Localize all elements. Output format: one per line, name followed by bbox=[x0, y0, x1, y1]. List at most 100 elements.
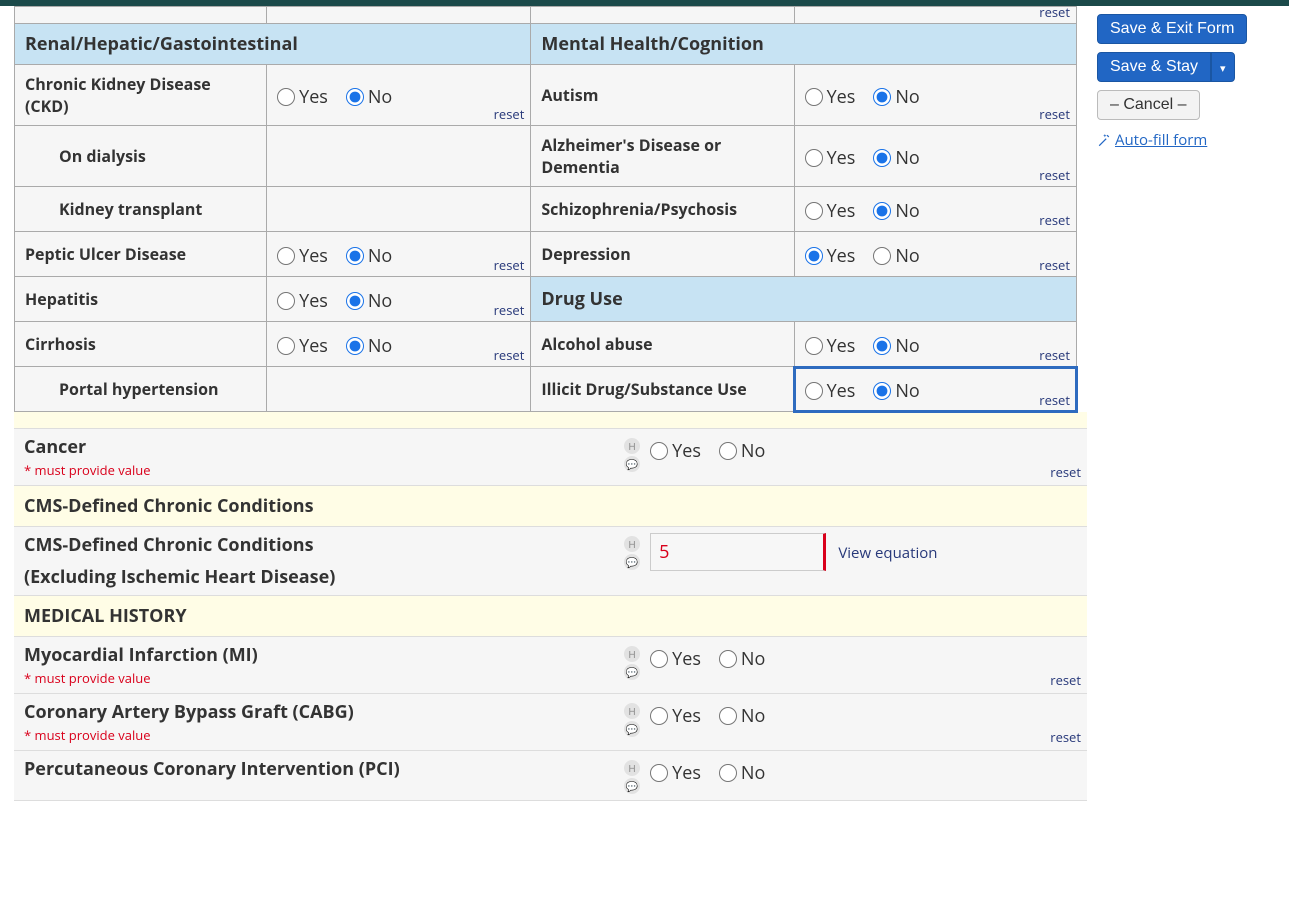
reset-link[interactable]: reset bbox=[1039, 256, 1070, 274]
pci-no[interactable]: No bbox=[719, 761, 765, 785]
autism-no[interactable]: No bbox=[873, 85, 919, 109]
radio-yes[interactable] bbox=[805, 88, 823, 106]
label-schizo: Schizophrenia/Psychosis bbox=[531, 187, 794, 232]
history-icon[interactable]: H bbox=[624, 536, 640, 552]
radio-no[interactable] bbox=[873, 202, 891, 220]
radio-yes[interactable] bbox=[650, 442, 668, 460]
radio-yes[interactable] bbox=[805, 337, 823, 355]
hep-no[interactable]: No bbox=[346, 289, 392, 313]
alcohol-no[interactable]: No bbox=[873, 334, 919, 358]
reset-link[interactable]: reset bbox=[494, 346, 525, 364]
comment-icon[interactable]: 💬 bbox=[624, 554, 640, 570]
reset-link[interactable]: reset bbox=[494, 105, 525, 123]
view-equation-link[interactable]: View equation bbox=[838, 543, 937, 563]
hep-yes[interactable]: Yes bbox=[277, 289, 328, 313]
ckd-no[interactable]: No bbox=[346, 85, 392, 109]
mi-yes[interactable]: Yes bbox=[650, 647, 701, 671]
schizo-yes[interactable]: Yes bbox=[805, 199, 856, 223]
reset-link[interactable]: reset bbox=[494, 256, 525, 274]
reset-link[interactable]: reset bbox=[1050, 671, 1081, 689]
reset-link[interactable]: reset bbox=[1039, 3, 1070, 21]
comment-icon[interactable]: 💬 bbox=[624, 778, 640, 794]
schizo-no[interactable]: No bbox=[873, 199, 919, 223]
comment-icon[interactable]: 💬 bbox=[624, 664, 640, 680]
peptic-no[interactable]: No bbox=[346, 244, 392, 268]
autofill-link[interactable]: Auto-fill form bbox=[1097, 130, 1207, 150]
alcohol-yes[interactable]: Yes bbox=[805, 334, 856, 358]
radio-yes[interactable] bbox=[805, 247, 823, 265]
radio-no[interactable] bbox=[873, 88, 891, 106]
radio-no[interactable] bbox=[719, 707, 737, 725]
reset-link[interactable]: reset bbox=[494, 301, 525, 319]
value-portal-htn bbox=[267, 367, 531, 412]
cancel-button[interactable]: – Cancel – bbox=[1097, 90, 1200, 120]
radio-yes[interactable] bbox=[805, 149, 823, 167]
reset-link[interactable]: reset bbox=[1050, 728, 1081, 746]
radio-no[interactable] bbox=[873, 247, 891, 265]
save-exit-button[interactable]: Save & Exit Form bbox=[1097, 14, 1247, 44]
value-cabg: H 💬 Yes No reset bbox=[614, 693, 1087, 750]
history-icon[interactable]: H bbox=[624, 760, 640, 776]
mi-no[interactable]: No bbox=[719, 647, 765, 671]
autism-yes[interactable]: Yes bbox=[805, 85, 856, 109]
history-icon[interactable]: H bbox=[624, 438, 640, 454]
reset-link[interactable]: reset bbox=[1039, 105, 1070, 123]
radio-yes[interactable] bbox=[277, 88, 295, 106]
radio-no[interactable] bbox=[346, 247, 364, 265]
radio-yes[interactable] bbox=[650, 764, 668, 782]
label-depress: Depression bbox=[531, 232, 794, 277]
radio-no[interactable] bbox=[719, 764, 737, 782]
section-header-mental: Mental Health/Cognition bbox=[531, 24, 1077, 65]
alz-no[interactable]: No bbox=[873, 146, 919, 170]
save-stay-caret[interactable] bbox=[1211, 52, 1235, 82]
label-hepatitis: Hepatitis bbox=[15, 277, 267, 322]
illicit-yes[interactable]: Yes bbox=[805, 379, 856, 403]
radio-no[interactable] bbox=[873, 149, 891, 167]
radio-yes[interactable] bbox=[650, 707, 668, 725]
comment-icon[interactable]: 💬 bbox=[624, 721, 640, 737]
radio-yes[interactable] bbox=[805, 382, 823, 400]
pci-yes[interactable]: Yes bbox=[650, 761, 701, 785]
radio-yes[interactable] bbox=[277, 247, 295, 265]
save-stay-button[interactable]: Save & Stay bbox=[1097, 52, 1211, 82]
radio-yes[interactable] bbox=[650, 650, 668, 668]
reset-link[interactable]: reset bbox=[1050, 463, 1081, 481]
reset-link[interactable]: reset bbox=[1039, 211, 1070, 229]
radio-no[interactable] bbox=[346, 337, 364, 355]
radio-no[interactable] bbox=[873, 382, 891, 400]
reset-link[interactable]: reset bbox=[1039, 166, 1070, 184]
reset-link[interactable]: reset bbox=[1039, 391, 1070, 409]
radio-no[interactable] bbox=[719, 650, 737, 668]
section-header-row: Renal/Hepatic/Gastointestinal Mental Hea… bbox=[15, 24, 1077, 65]
empty-cell bbox=[531, 7, 794, 24]
history-icon[interactable]: H bbox=[624, 646, 640, 662]
radio-yes[interactable] bbox=[805, 202, 823, 220]
comment-icon[interactable]: 💬 bbox=[624, 456, 640, 472]
depress-yes[interactable]: Yes bbox=[805, 244, 856, 268]
radio-no[interactable] bbox=[719, 442, 737, 460]
illicit-no[interactable]: No bbox=[873, 379, 919, 403]
cabg-no[interactable]: No bbox=[719, 704, 765, 728]
section-header-drug: Drug Use bbox=[531, 277, 1077, 322]
cancer-yes[interactable]: Yes bbox=[650, 439, 701, 463]
depress-no[interactable]: No bbox=[873, 244, 919, 268]
cirr-yes[interactable]: Yes bbox=[277, 334, 328, 358]
label-cirrhosis: Cirrhosis bbox=[15, 322, 267, 367]
radio-yes[interactable] bbox=[277, 337, 295, 355]
reset-link[interactable]: reset bbox=[1039, 346, 1070, 364]
history-icon[interactable]: H bbox=[624, 703, 640, 719]
label-kidney-tx: Kidney transplant bbox=[15, 187, 267, 232]
alz-yes[interactable]: Yes bbox=[805, 146, 856, 170]
radio-yes[interactable] bbox=[277, 292, 295, 310]
radio-no[interactable] bbox=[346, 292, 364, 310]
label-autism: Autism bbox=[531, 65, 794, 126]
peptic-yes[interactable]: Yes bbox=[277, 244, 328, 268]
cirr-no[interactable]: No bbox=[346, 334, 392, 358]
radio-no[interactable] bbox=[346, 88, 364, 106]
value-schizo: Yes No reset bbox=[794, 187, 1076, 232]
cabg-yes[interactable]: Yes bbox=[650, 704, 701, 728]
radio-no[interactable] bbox=[873, 337, 891, 355]
cancer-no[interactable]: No bbox=[719, 439, 765, 463]
ckd-yes[interactable]: Yes bbox=[277, 85, 328, 109]
must-provide: * must provide value bbox=[24, 669, 604, 687]
